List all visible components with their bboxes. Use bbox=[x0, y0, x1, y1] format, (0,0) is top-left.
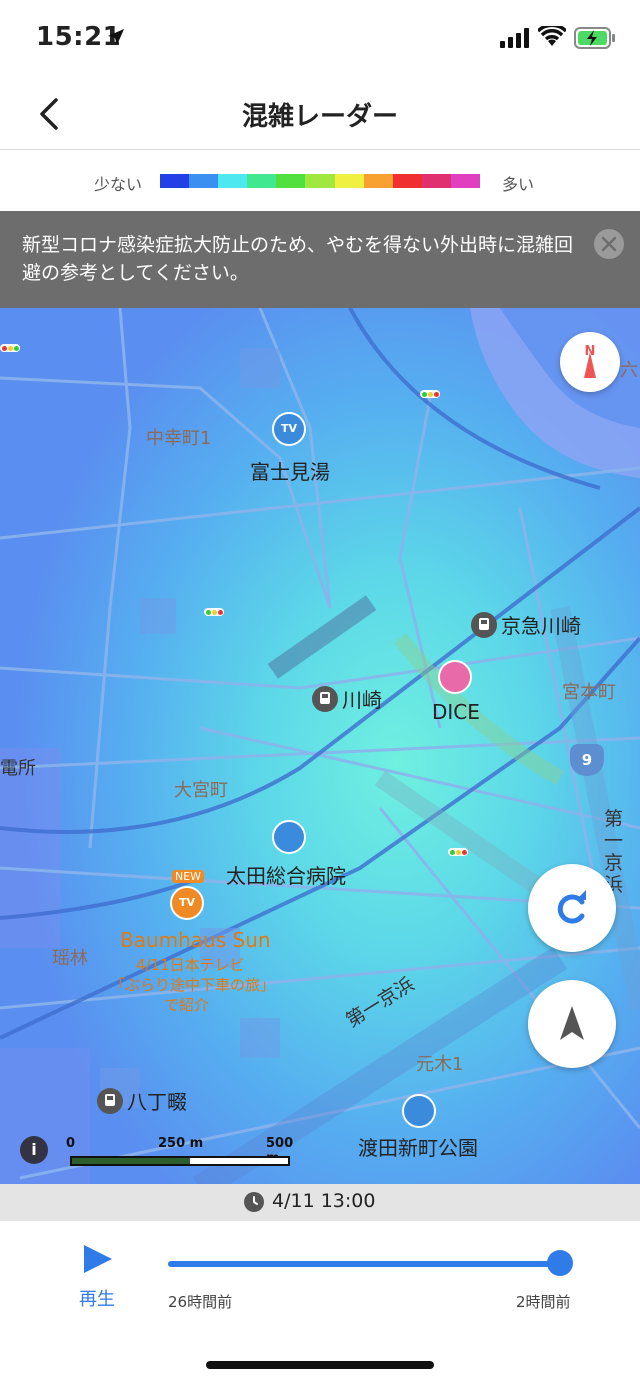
time-slider-track[interactable] bbox=[168, 1261, 560, 1267]
legend-color-swatch bbox=[305, 174, 335, 188]
area-label-roku: 六 bbox=[620, 360, 638, 381]
playback-panel: 再生 26時間前 2時間前 bbox=[0, 1221, 640, 1385]
area-label-suzumi: 瑶林 bbox=[52, 948, 88, 969]
station-keikyu-kawasaki[interactable]: 京急川崎 bbox=[471, 610, 581, 639]
poi-label-baumhaus[interactable]: Baumhaus Sun bbox=[120, 928, 271, 952]
close-icon bbox=[601, 236, 617, 252]
legend-color-swatch bbox=[218, 174, 248, 188]
navigation-arrow-icon bbox=[560, 1006, 584, 1040]
clock-icon bbox=[244, 1192, 264, 1212]
poi-note-line2: 「ぶらり途中下車の旅」 bbox=[110, 976, 276, 994]
hospital-icon[interactable] bbox=[272, 820, 306, 854]
compass-icon: N bbox=[584, 344, 596, 378]
map-scale-bar: 0 250 m 500 m bbox=[66, 1136, 306, 1170]
area-label-miyamoto: 宮本町 bbox=[562, 682, 616, 703]
poi-label-dice[interactable]: DICE bbox=[432, 700, 480, 724]
poi-label-watarida-park[interactable]: 渡田新町公園 bbox=[358, 1132, 478, 1161]
station-label: 京急川崎 bbox=[501, 614, 581, 638]
home-indicator[interactable] bbox=[206, 1361, 434, 1369]
nav-bar: 混雑レーダー bbox=[0, 80, 640, 150]
info-button[interactable]: i bbox=[20, 1136, 48, 1164]
refresh-icon bbox=[557, 890, 586, 924]
time-slider-thumb[interactable] bbox=[547, 1250, 573, 1276]
congestion-map[interactable]: N 中幸町1 六 TV 富士見湯 京急川崎 宮本町 川崎 DICE 9 電所 大… bbox=[0, 308, 640, 1184]
shopping-bag-icon[interactable] bbox=[438, 660, 472, 694]
poi-label-ota-hospital[interactable]: 太田総合病院 bbox=[226, 860, 346, 889]
traffic-light-icon bbox=[420, 390, 440, 398]
poi-label-fujimiyu[interactable]: 富士見湯 bbox=[250, 456, 330, 485]
legend-color-swatch bbox=[247, 174, 277, 188]
poi-note-line1: 4/11日本テレビ bbox=[136, 956, 245, 974]
station-label: 八丁畷 bbox=[127, 1090, 187, 1114]
current-location-button[interactable] bbox=[528, 980, 616, 1068]
wifi-icon bbox=[538, 26, 566, 46]
legend-color-swatch bbox=[450, 174, 481, 188]
legend-low-label: 少ない bbox=[94, 175, 143, 194]
scale-label-zero: 0 bbox=[66, 1136, 76, 1151]
play-button[interactable] bbox=[78, 1239, 118, 1279]
train-station-icon bbox=[312, 685, 338, 712]
compass-button[interactable]: N bbox=[560, 332, 620, 392]
battery-charging-icon bbox=[574, 27, 615, 49]
new-tv-poi-pin[interactable]: TV bbox=[170, 886, 204, 920]
train-station-icon bbox=[97, 1087, 123, 1114]
time-display-bar: 4/11 13:00 bbox=[0, 1184, 640, 1221]
station-kawasaki[interactable]: 川崎 bbox=[312, 684, 382, 713]
slider-end-label: 2時間前 bbox=[516, 1293, 571, 1311]
park-icon[interactable] bbox=[402, 1094, 436, 1128]
current-time-label: 4/11 13:00 bbox=[272, 1190, 376, 1212]
legend-color-swatch bbox=[189, 174, 219, 188]
location-arrow-icon bbox=[108, 29, 124, 45]
legend-color-scale bbox=[160, 174, 481, 188]
tv-poi-pin[interactable]: TV bbox=[272, 412, 306, 446]
status-bar: 15:21 bbox=[0, 0, 640, 80]
refresh-button[interactable] bbox=[528, 864, 616, 952]
station-hatchonawate[interactable]: 八丁畷 bbox=[97, 1086, 187, 1115]
new-badge: NEW bbox=[172, 870, 205, 883]
area-label-denjo: 電所 bbox=[0, 758, 36, 779]
route-shield: 9 bbox=[570, 744, 604, 776]
traffic-light-icon bbox=[0, 344, 20, 352]
page-title: 混雑レーダー bbox=[241, 102, 398, 132]
legend-color-swatch bbox=[276, 174, 306, 188]
legend-color-swatch bbox=[334, 174, 364, 188]
scale-label-mid: 250 m bbox=[158, 1136, 204, 1151]
cellular-signal-icon bbox=[500, 28, 529, 48]
notice-text: 新型コロナ感染症拡大防止のため、やむを得ない外出時に混雑回避の参考としてください… bbox=[22, 234, 574, 284]
traffic-light-icon bbox=[448, 848, 468, 856]
traffic-light-icon bbox=[204, 608, 224, 616]
area-label-omiya: 大宮町 bbox=[174, 780, 228, 801]
legend-color-swatch bbox=[160, 174, 190, 188]
play-label[interactable]: 再生 bbox=[79, 1285, 115, 1311]
legend-color-swatch bbox=[421, 174, 451, 188]
station-label: 川崎 bbox=[342, 688, 382, 712]
notice-banner: 新型コロナ感染症拡大防止のため、やむを得ない外出時に混雑回避の参考としてください… bbox=[0, 211, 640, 308]
congestion-legend: 少ない 多い bbox=[0, 151, 640, 211]
legend-color-swatch bbox=[392, 174, 422, 188]
legend-color-swatch bbox=[363, 174, 393, 188]
poi-note-line3: で紹介 bbox=[164, 996, 210, 1014]
area-label-nakasaiwai: 中幸町1 bbox=[146, 428, 212, 449]
area-label-motoki: 元木1 bbox=[416, 1054, 464, 1075]
legend-high-label: 多い bbox=[502, 175, 535, 194]
play-icon bbox=[84, 1245, 112, 1273]
train-station-icon bbox=[471, 611, 497, 638]
slider-start-label: 26時間前 bbox=[168, 1293, 233, 1311]
notice-close-button[interactable] bbox=[594, 229, 624, 259]
